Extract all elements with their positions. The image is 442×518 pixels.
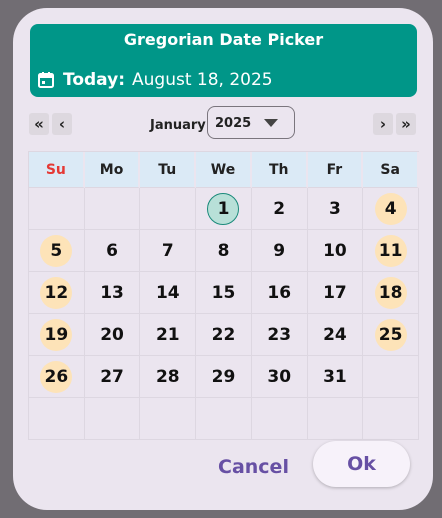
day-number: 3: [329, 198, 341, 219]
day-cell[interactable]: 13: [84, 272, 141, 314]
day-number: 22: [211, 324, 236, 345]
day-cell[interactable]: 29: [196, 356, 252, 398]
day-number: 10: [323, 240, 347, 261]
day-number: 13: [100, 282, 124, 303]
empty-day-cell: [84, 398, 141, 440]
day-number: 28: [155, 366, 180, 387]
day-cell[interactable]: 27: [84, 356, 141, 398]
picker-header: Gregorian Date Picker Today: August 18, …: [30, 24, 417, 97]
day-number: 12: [40, 276, 73, 309]
day-number: 17: [323, 282, 347, 303]
calendar-grid: Su Mo Tu We Th Fr Sa 1 2 3 4 5 6 7 8 9 10 11 12 13 14 15 16 17 1…: [28, 151, 419, 440]
day-cell[interactable]: 6: [84, 230, 141, 272]
day-number: 11: [374, 234, 407, 267]
day-cell[interactable]: 22: [196, 314, 252, 356]
today-label: Today:: [63, 70, 126, 90]
day-cell[interactable]: 19: [29, 314, 85, 356]
day-number: 4: [374, 192, 407, 225]
day-number: 24: [323, 324, 347, 345]
empty-day-cell: [363, 356, 419, 398]
empty-day-cell: [29, 188, 85, 230]
day-number: 14: [155, 282, 180, 303]
day-number: 9: [273, 240, 286, 261]
weekday-header: Su: [29, 152, 85, 188]
empty-day-cell: [140, 188, 197, 230]
day-cell[interactable]: 20: [84, 314, 141, 356]
today-date: August 18, 2025: [132, 70, 273, 90]
day-number: 25: [374, 318, 407, 351]
empty-day-cell: [363, 398, 419, 440]
day-cell[interactable]: 24: [307, 314, 364, 356]
weekday-header: Sa: [363, 152, 419, 188]
day-cell[interactable]: 11: [363, 230, 419, 272]
day-cell[interactable]: 16: [251, 272, 308, 314]
day-cell[interactable]: 4: [363, 188, 419, 230]
day-number: 5: [40, 234, 73, 267]
calendar-icon: [38, 72, 54, 88]
weekday-header: Mo: [84, 152, 141, 188]
day-cell[interactable]: 5: [29, 230, 85, 272]
empty-day-cell: [84, 188, 141, 230]
day-number: 18: [374, 276, 407, 309]
day-cell[interactable]: 12: [29, 272, 85, 314]
today-row[interactable]: Today: August 18, 2025: [38, 70, 273, 90]
empty-day-cell: [251, 398, 308, 440]
day-number: 21: [155, 324, 180, 345]
date-picker-dialog: Gregorian Date Picker Today: August 18, …: [13, 8, 433, 510]
day-cell[interactable]: 9: [251, 230, 308, 272]
picker-title: Gregorian Date Picker: [123, 30, 324, 49]
day-cell[interactable]: 25: [363, 314, 419, 356]
last-page-button[interactable]: »: [396, 113, 416, 135]
chevron-down-icon: [264, 119, 278, 127]
day-number: 6: [106, 240, 118, 261]
day-number: 2: [273, 198, 286, 219]
day-cell[interactable]: 3: [307, 188, 364, 230]
day-cell[interactable]: 8: [196, 230, 252, 272]
day-number: 1: [207, 192, 240, 225]
day-number: 8: [217, 240, 230, 261]
day-cell[interactable]: 26: [29, 356, 85, 398]
next-month-button[interactable]: ›: [373, 113, 393, 135]
day-number: 26: [40, 360, 73, 393]
previous-month-button[interactable]: ‹: [52, 113, 72, 135]
weekday-header: Tu: [140, 152, 197, 188]
month-label[interactable]: January: [150, 118, 206, 133]
day-number: 23: [267, 324, 292, 345]
day-number: 27: [100, 366, 124, 387]
empty-day-cell: [307, 398, 364, 440]
day-cell[interactable]: 17: [307, 272, 364, 314]
first-page-button[interactable]: «: [29, 113, 49, 135]
year-value: 2025: [215, 116, 252, 131]
day-cell[interactable]: 18: [363, 272, 419, 314]
day-number: 31: [323, 366, 347, 387]
ok-button[interactable]: Ok: [313, 441, 410, 487]
weekday-header: We: [196, 152, 252, 188]
day-cell[interactable]: 15: [196, 272, 252, 314]
day-cell[interactable]: 14: [140, 272, 197, 314]
day-cell[interactable]: 21: [140, 314, 197, 356]
day-cell[interactable]: 1: [196, 188, 252, 230]
empty-day-cell: [29, 398, 85, 440]
day-number: 7: [161, 240, 174, 261]
day-number: 19: [40, 318, 73, 351]
weekday-header: Th: [251, 152, 308, 188]
day-number: 15: [211, 282, 236, 303]
day-number: 16: [267, 282, 292, 303]
day-cell[interactable]: 28: [140, 356, 197, 398]
day-number: 30: [267, 366, 292, 387]
empty-day-cell: [196, 398, 252, 440]
day-cell[interactable]: 7: [140, 230, 197, 272]
day-cell[interactable]: 31: [307, 356, 364, 398]
day-cell[interactable]: 30: [251, 356, 308, 398]
year-dropdown[interactable]: 2025: [207, 106, 295, 139]
weekday-header: Fr: [307, 152, 364, 188]
day-number: 29: [211, 366, 236, 387]
day-cell[interactable]: 2: [251, 188, 308, 230]
day-cell[interactable]: 23: [251, 314, 308, 356]
cancel-button[interactable]: Cancel: [218, 452, 289, 482]
empty-day-cell: [140, 398, 197, 440]
day-number: 20: [100, 324, 124, 345]
day-cell[interactable]: 10: [307, 230, 364, 272]
